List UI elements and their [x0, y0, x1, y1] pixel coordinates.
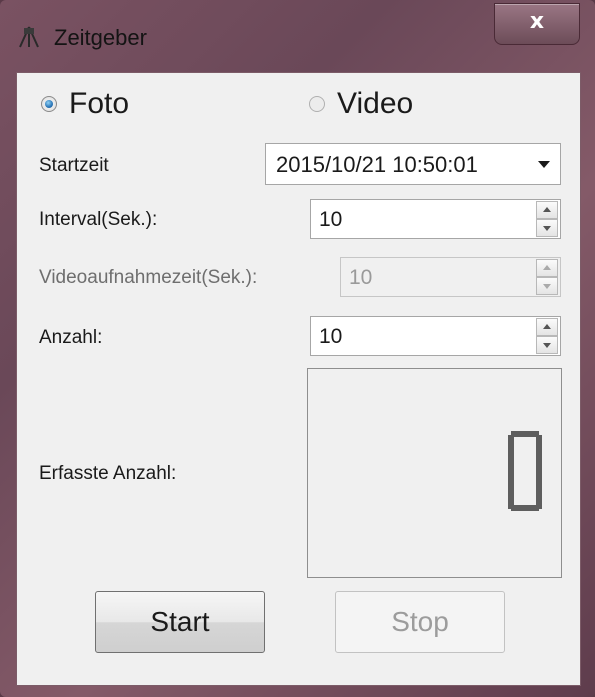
anzahl-increment-button[interactable] [536, 318, 558, 336]
interval-label: Interval(Sek.): [39, 209, 158, 230]
camera-tripod-icon [19, 26, 39, 48]
video-duration-spin-buttons [536, 258, 560, 296]
radio-unchecked-icon [309, 96, 325, 112]
startzeit-datetime-picker[interactable]: 2015/10/21 10:50:01 [265, 143, 561, 185]
anzahl-value: 10 [319, 325, 343, 348]
anzahl-decrement-button[interactable] [536, 336, 558, 354]
seven-segment-lower-left [508, 463, 514, 509]
interval-value: 10 [319, 208, 343, 231]
stop-button: Stop [335, 591, 505, 653]
video-duration-increment-button [536, 259, 558, 277]
anzahl-label: Anzahl: [39, 327, 103, 348]
startzeit-value: 2015/10/21 10:50:01 [276, 152, 478, 177]
interval-increment-button[interactable] [536, 201, 558, 219]
video-duration-decrement-button [536, 277, 558, 295]
seven-segment-bottom [511, 505, 539, 511]
radio-checked-icon [41, 96, 57, 112]
radio-foto[interactable]: Foto [41, 87, 129, 121]
captured-count-display: 0 [307, 368, 562, 578]
close-button[interactable]: x [494, 3, 580, 45]
window-title: Zeitgeber [54, 25, 147, 50]
radio-video-label: Video [337, 87, 414, 120]
anzahl-spin-buttons [536, 317, 560, 355]
interval-decrement-button[interactable] [536, 219, 558, 237]
erfasste-anzahl-label: Erfasste Anzahl: [39, 463, 177, 484]
interval-spin-buttons [536, 200, 560, 238]
dialog-window: Zeitgeber x Foto Video Startzeit 2015/10… [0, 0, 595, 697]
start-button[interactable]: Start [95, 591, 265, 653]
video-duration-spinner: 10 [340, 257, 561, 297]
anzahl-spinner[interactable]: 10 [310, 316, 561, 356]
seven-segment-top [511, 431, 539, 437]
video-duration-label: Videoaufnahmezeit(Sek.): [39, 267, 258, 288]
video-duration-value: 10 [349, 266, 373, 289]
close-icon: x [529, 9, 545, 34]
radio-foto-label: Foto [69, 87, 130, 120]
chevron-down-icon[interactable] [538, 161, 550, 168]
startzeit-label: Startzeit [39, 155, 109, 176]
interval-spinner[interactable]: 10 [310, 199, 561, 239]
title-bar[interactable]: Zeitgeber x [0, 0, 595, 72]
dialog-content: Foto Video Startzeit 2015/10/21 10:50:01… [16, 72, 581, 686]
seven-segment-lower-right [536, 463, 542, 509]
radio-video[interactable]: Video [309, 87, 413, 121]
